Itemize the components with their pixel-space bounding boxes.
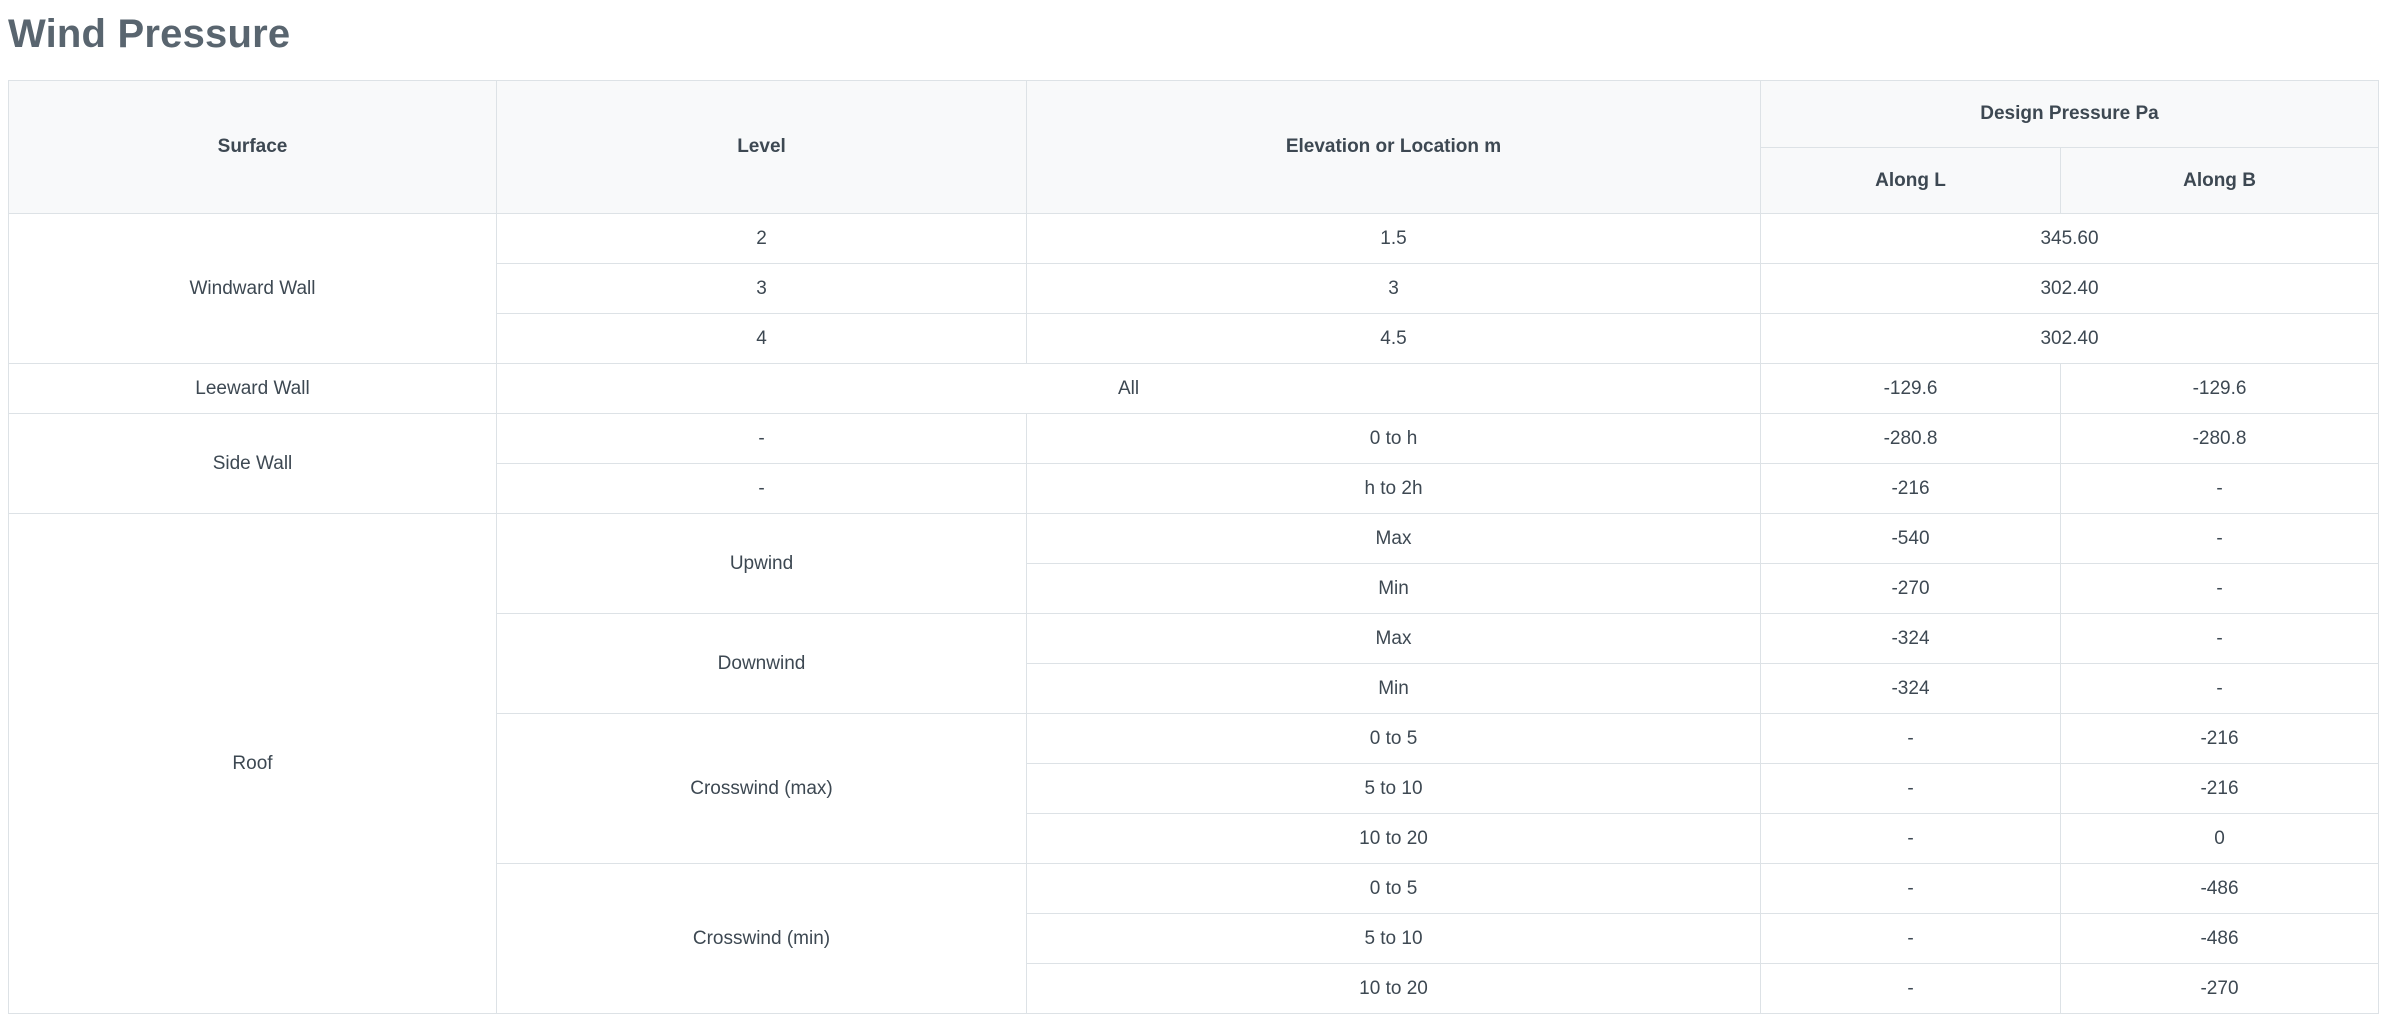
along-l-cell: -: [1760, 913, 2061, 964]
elevation-cell: 5 to 10: [1026, 763, 1761, 814]
along-l-cell: -324: [1760, 613, 2061, 664]
pressure-cell: 302.40: [1759, 263, 2380, 314]
wind-pressure-table-container: Surface Level Elevation or Location m De…: [8, 80, 2380, 1014]
elevation-cell: 10 to 20: [1026, 963, 1761, 1014]
elevation-cell: 3: [1026, 263, 1761, 314]
along-b-cell: -216: [2059, 713, 2380, 764]
table-row: Side Wall - 0 to h -280.8 -280.8: [8, 413, 2380, 514]
elevation-cell: 0 to 5: [1026, 863, 1761, 914]
table-row: Roof Upwind Max -540 -: [8, 513, 2380, 1014]
header-along-l: Along L: [1760, 147, 2061, 214]
level-elevation-cell: All: [496, 363, 1761, 414]
page-title: Wind Pressure: [8, 12, 291, 56]
along-l-cell: -129.6: [1760, 363, 2061, 414]
along-b-cell: -: [2059, 463, 2380, 514]
along-b-cell: -270: [2059, 963, 2380, 1014]
header-design-pressure: Design Pressure Pa: [1759, 80, 2380, 148]
level-cell: 2: [496, 213, 1027, 264]
level-cell: Crosswind (min): [496, 863, 1027, 1014]
along-l-cell: -: [1760, 863, 2061, 914]
surface-cell: Roof: [8, 513, 497, 1014]
header-along-b: Along B: [2059, 147, 2380, 214]
along-l-cell: -324: [1760, 663, 2061, 714]
elevation-cell: Max: [1026, 513, 1761, 564]
header-elevation: Elevation or Location m: [1026, 80, 1761, 214]
surface-cell: Windward Wall: [8, 213, 497, 364]
level-cell: 4: [496, 313, 1027, 364]
along-b-cell: -280.8: [2059, 413, 2380, 464]
along-l-cell: -540: [1760, 513, 2061, 564]
table-row: Windward Wall 2 1.5 345.60: [8, 213, 2380, 364]
along-l-cell: -: [1760, 963, 2061, 1014]
elevation-cell: 10 to 20: [1026, 813, 1761, 864]
wind-pressure-table: Surface Level Elevation or Location m De…: [8, 80, 2380, 1014]
elevation-cell: h to 2h: [1026, 463, 1761, 514]
header-row: Surface Level Elevation or Location m De…: [8, 80, 2380, 214]
table-body: Windward Wall 2 1.5 345.60 3 3 302.40 4 …: [8, 213, 2380, 1014]
elevation-cell: 1.5: [1026, 213, 1761, 264]
elevation-cell: 4.5: [1026, 313, 1761, 364]
table-row: Leeward Wall All -129.6 -129.6: [8, 363, 2380, 414]
level-cell: -: [496, 413, 1027, 464]
along-b-cell: 0: [2059, 813, 2380, 864]
along-b-cell: -216: [2059, 763, 2380, 814]
along-b-cell: -: [2059, 613, 2380, 664]
level-cell: 3: [496, 263, 1027, 314]
along-b-cell: -486: [2059, 913, 2380, 964]
elevation-cell: Min: [1026, 563, 1761, 614]
along-b-cell: -129.6: [2059, 363, 2380, 414]
pressure-cell: 345.60: [1759, 213, 2380, 264]
along-b-cell: -: [2059, 563, 2380, 614]
surface-cell: Leeward Wall: [8, 363, 497, 414]
along-l-cell: -: [1760, 813, 2061, 864]
elevation-cell: Max: [1026, 613, 1761, 664]
along-b-cell: -486: [2059, 863, 2380, 914]
pressure-cell: 302.40: [1759, 313, 2380, 364]
header-surface: Surface: [8, 80, 497, 214]
along-b-cell: -: [2059, 513, 2380, 564]
elevation-cell: 0 to 5: [1026, 713, 1761, 764]
table-header: Surface Level Elevation or Location m De…: [8, 80, 2380, 214]
along-l-cell: -: [1760, 763, 2061, 814]
along-l-cell: -216: [1760, 463, 2061, 514]
level-cell: Downwind: [496, 613, 1027, 714]
along-l-cell: -: [1760, 713, 2061, 764]
along-l-cell: -270: [1760, 563, 2061, 614]
elevation-cell: 0 to h: [1026, 413, 1761, 464]
along-l-cell: -280.8: [1760, 413, 2061, 464]
header-level: Level: [496, 80, 1027, 214]
along-b-cell: -: [2059, 663, 2380, 714]
level-cell: Upwind: [496, 513, 1027, 614]
level-cell: -: [496, 463, 1027, 514]
surface-cell: Side Wall: [8, 413, 497, 514]
elevation-cell: 5 to 10: [1026, 913, 1761, 964]
level-cell: Crosswind (max): [496, 713, 1027, 864]
elevation-cell: Min: [1026, 663, 1761, 714]
